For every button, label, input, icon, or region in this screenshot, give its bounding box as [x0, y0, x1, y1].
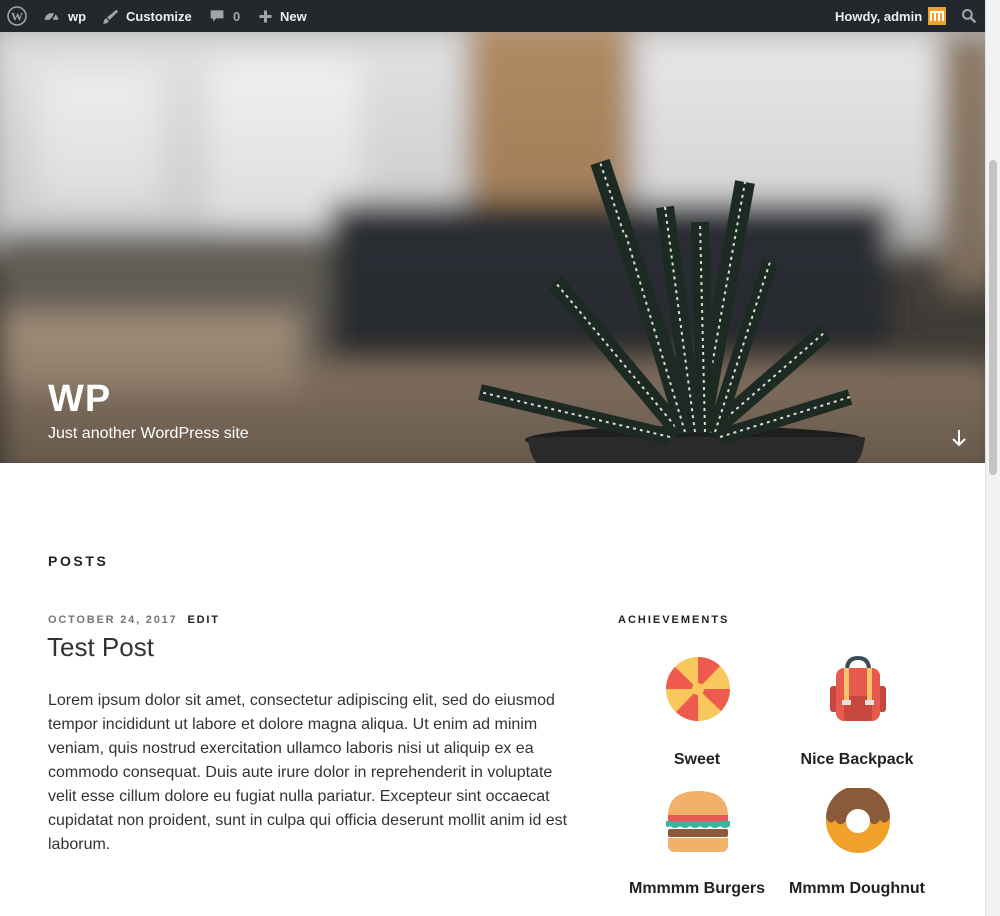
site-name: wp: [68, 8, 87, 24]
avatar: [928, 7, 947, 25]
new-label: New: [280, 8, 307, 24]
posts-heading: POSTS: [48, 553, 109, 569]
header-image: [0, 32, 985, 463]
vertical-scrollbar[interactable]: [985, 0, 1000, 916]
achievement-label: Nice Backpack: [800, 751, 914, 768]
edit-post-link[interactable]: EDIT: [187, 614, 219, 626]
wordpress-logo-icon[interactable]: W: [7, 0, 27, 32]
burger-icon: [666, 791, 730, 852]
greeting: Howdy, admin: [835, 8, 923, 24]
svg-text:W: W: [11, 10, 23, 24]
achievement-label: Mmmmm Burgers: [628, 880, 766, 897]
post-meta: OCTOBER 24, 2017 EDIT: [48, 614, 220, 626]
new-content-link[interactable]: New: [258, 0, 307, 32]
plus-icon: [258, 9, 273, 24]
scroll-down-arrow-icon[interactable]: [950, 428, 968, 453]
achievements-heading: ACHIEVEMENTS: [618, 614, 730, 626]
comments-link[interactable]: 0: [209, 0, 240, 32]
my-account-link[interactable]: Howdy, admin: [835, 0, 947, 32]
dashboard-icon: [43, 8, 60, 25]
custom-header: WP Just another WordPress site: [0, 32, 985, 463]
site-title[interactable]: WP: [48, 378, 111, 421]
brush-icon: [102, 8, 119, 25]
post-date[interactable]: OCTOBER 24, 2017: [48, 614, 177, 626]
site-tagline: Just another WordPress site: [48, 425, 249, 442]
achievement-label: Mmmm Doughnut: [789, 880, 925, 897]
post-title[interactable]: Test Post: [47, 632, 154, 663]
post-content: Lorem ipsum dolor sit amet, consectetur …: [48, 692, 568, 853]
scrollbar-thumb[interactable]: [989, 160, 997, 475]
achievement-label: Sweet: [673, 751, 721, 768]
admin-bar: W wp Customize 0 New Howdy, admin: [0, 0, 985, 32]
doughnut-icon: [826, 788, 890, 853]
search-icon[interactable]: [961, 0, 977, 32]
lollipop-icon: [666, 657, 730, 721]
customize-label: Customize: [126, 8, 192, 24]
customize-link[interactable]: Customize: [102, 0, 192, 32]
backpack-icon: [830, 656, 886, 721]
site-name-link[interactable]: wp: [43, 0, 86, 32]
comment-icon: [209, 8, 225, 24]
comments-count: 0: [233, 8, 241, 24]
